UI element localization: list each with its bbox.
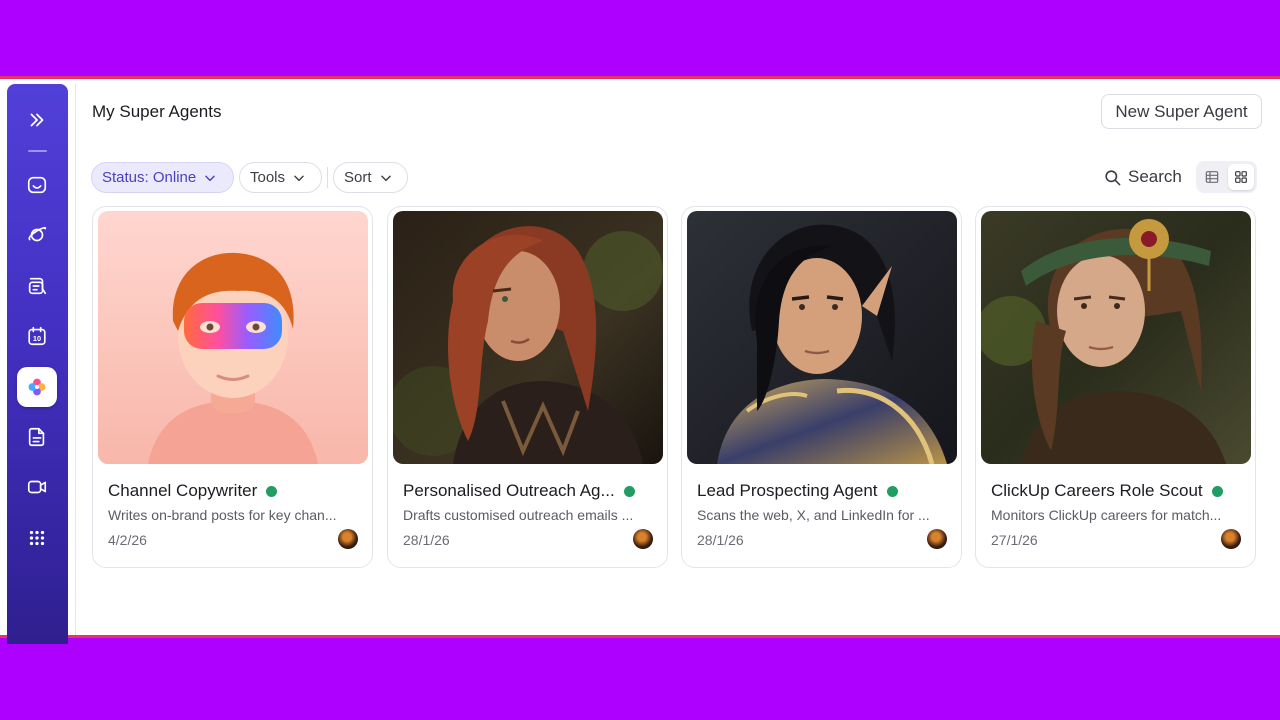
- sort-chip[interactable]: Sort: [333, 162, 408, 193]
- agent-card[interactable]: Lead Prospecting Agent Scans the web, X,…: [681, 206, 962, 568]
- table-icon: [1205, 171, 1219, 183]
- owner-avatar[interactable]: [1221, 529, 1241, 549]
- apps-grid-icon: [29, 530, 45, 546]
- agent-name-text: Channel Copywriter: [108, 481, 258, 500]
- video-icon: [27, 480, 47, 494]
- planet-icon: [28, 226, 47, 242]
- new-super-agent-button[interactable]: New Super Agent: [1101, 94, 1262, 129]
- search-icon: [1105, 169, 1121, 185]
- sidebar-item-calendar[interactable]: 10: [17, 316, 57, 356]
- owner-avatar[interactable]: [927, 529, 947, 549]
- inbox-icon: [27, 176, 47, 194]
- agent-avatar-image: [393, 211, 663, 464]
- filter-divider: [327, 167, 328, 188]
- grid-icon: [1234, 171, 1247, 183]
- online-status-dot: [266, 485, 278, 497]
- agent-name-text: ClickUp Careers Role Scout: [991, 481, 1203, 500]
- agent-description: Writes on-brand posts for key chan...: [108, 507, 337, 523]
- agent-date: 28/1/26: [403, 532, 450, 548]
- owner-avatar[interactable]: [338, 529, 358, 549]
- tools-filter-label: Tools: [250, 169, 286, 186]
- app-window: 10 My Super Agents New Super Agent Statu…: [0, 79, 1280, 644]
- chevron-down-icon: [205, 175, 216, 181]
- document-icon: [28, 427, 45, 447]
- search-label: Search: [1128, 167, 1182, 186]
- sidebar-item-apps[interactable]: [17, 518, 57, 558]
- agent-description: Monitors ClickUp careers for match...: [991, 507, 1222, 523]
- agent-name: ClickUp Careers Role Scout: [991, 481, 1223, 501]
- sidebar-item-brain[interactable]: [17, 367, 57, 407]
- sidebar-item-video[interactable]: [17, 467, 57, 507]
- content-divider: [75, 84, 76, 635]
- search-button[interactable]: Search: [1103, 167, 1182, 187]
- agent-avatar-image: [981, 211, 1251, 464]
- agent-description: Drafts customised outreach emails ...: [403, 507, 634, 523]
- agent-avatar-image: [687, 211, 957, 464]
- grid-view-button[interactable]: [1227, 164, 1254, 190]
- view-toggle: [1196, 161, 1257, 193]
- chevron-down-icon: [294, 175, 304, 181]
- agent-description: Scans the web, X, and LinkedIn for ...: [697, 507, 930, 523]
- sort-label: Sort: [344, 169, 372, 186]
- status-filter-chip[interactable]: Status: Online: [91, 162, 234, 193]
- ai-brain-icon: [28, 378, 46, 396]
- sidebar-rail: 10: [7, 84, 68, 644]
- expand-sidebar-button[interactable]: [17, 100, 57, 140]
- agent-card[interactable]: Channel Copywriter Writes on-brand posts…: [92, 206, 373, 568]
- sidebar-item-chat[interactable]: [17, 266, 57, 306]
- sidebar-item-docs[interactable]: [17, 417, 57, 457]
- agent-avatar-image: [98, 211, 368, 464]
- svg-text:10: 10: [33, 334, 41, 343]
- online-status-dot: [1211, 485, 1223, 497]
- agent-card[interactable]: ClickUp Careers Role Scout Monitors Clic…: [975, 206, 1256, 568]
- chat-docs-icon: [28, 277, 47, 295]
- list-view-button[interactable]: [1199, 164, 1226, 190]
- agent-name: Lead Prospecting Agent: [697, 481, 898, 501]
- sidebar-separator: [28, 150, 47, 152]
- status-filter-label: Status: Online: [102, 169, 197, 186]
- frame-border-bottom: [0, 635, 1280, 638]
- expand-icon: [30, 113, 44, 127]
- agent-card[interactable]: Personalised Outreach Ag... Drafts custo…: [387, 206, 668, 568]
- agent-name: Personalised Outreach Ag...: [403, 481, 635, 501]
- sidebar-item-planet[interactable]: [17, 215, 57, 255]
- owner-avatar[interactable]: [633, 529, 653, 549]
- agent-name-text: Personalised Outreach Ag...: [403, 481, 615, 500]
- agent-date: 28/1/26: [697, 532, 744, 548]
- agent-date: 27/1/26: [991, 532, 1038, 548]
- agent-name: Channel Copywriter: [108, 481, 278, 501]
- page-title: My Super Agents: [92, 102, 222, 121]
- sidebar-item-inbox[interactable]: [17, 165, 57, 205]
- online-status-dot: [623, 485, 635, 497]
- online-status-dot: [886, 485, 898, 497]
- chevron-down-icon: [380, 175, 391, 181]
- tools-filter-chip[interactable]: Tools: [239, 162, 322, 193]
- agent-name-text: Lead Prospecting Agent: [697, 481, 878, 500]
- agent-date: 4/2/26: [108, 532, 147, 548]
- calendar-icon: 10: [28, 326, 46, 346]
